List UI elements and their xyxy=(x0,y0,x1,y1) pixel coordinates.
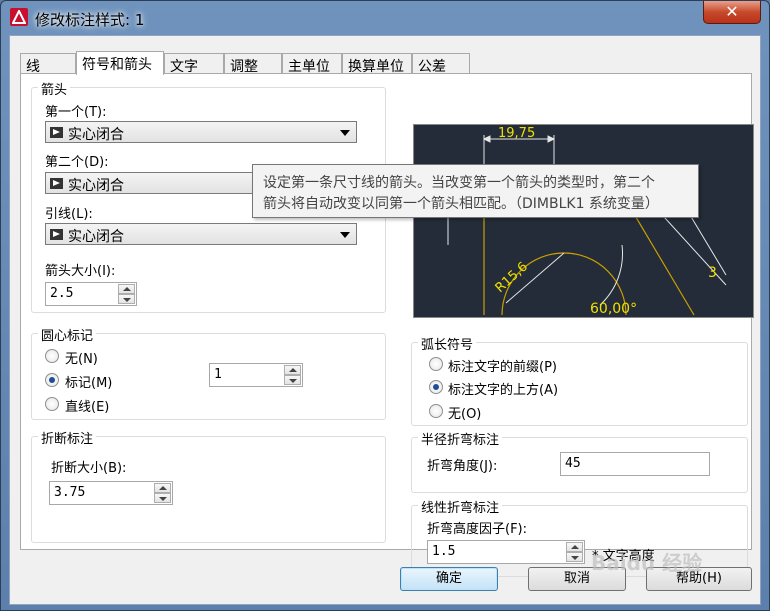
arrowheads-group-title: 箭头 xyxy=(38,79,71,98)
second-arrow-label: 第二个(D): xyxy=(45,155,109,170)
arc-above-label: 标注文字的上方(A) xyxy=(448,383,559,398)
jog-height-factor-value: 1.5 xyxy=(432,544,456,559)
tab-fit[interactable]: 调整 xyxy=(224,53,282,75)
break-size-value: 3.75 xyxy=(54,485,86,500)
leader-arrow-dropdown[interactable]: 实心闭合 xyxy=(45,223,357,245)
arrow-tooltip: 设定第一条尺寸线的箭头。当改变第一个箭头的类型时，第二个 箭头将自动改变以同第一… xyxy=(252,164,699,218)
tooltip-line-2: 箭头将自动改变以同第一个箭头相匹配。（DIMBLK1 系统变量） xyxy=(263,196,659,212)
tab-symbols-arrows[interactable]: 符号和箭头 xyxy=(76,51,164,75)
second-arrow-value: 实心闭合 xyxy=(68,178,124,194)
arc-prefix-radio[interactable] xyxy=(429,357,443,371)
arc-none-radio[interactable] xyxy=(429,404,443,418)
dim-break-group-title: 折断标注 xyxy=(38,428,97,447)
center-mark-radio[interactable] xyxy=(45,373,59,387)
preview-dim-radius: R15,6 xyxy=(493,259,531,296)
center-mark-size-value: 1 xyxy=(214,367,222,382)
arc-length-group-title: 弧长符号 xyxy=(418,334,477,353)
break-size-spinner[interactable]: 3.75 xyxy=(49,481,173,505)
radius-jog-group-title: 半径折弯标注 xyxy=(418,429,503,448)
tab-primary-units[interactable]: 主单位 xyxy=(282,53,342,75)
tab-text[interactable]: 文字 xyxy=(164,53,224,75)
center-none-label: 无(N) xyxy=(65,352,98,367)
spin-down-button[interactable] xyxy=(284,375,301,385)
arc-prefix-label: 标注文字的前缀(P) xyxy=(448,360,557,375)
center-mark-size-spinner[interactable]: 1 xyxy=(209,363,303,387)
preview-pane: 19,75 R15,6 60,00° 3 xyxy=(413,124,754,318)
closed-filled-arrow-icon xyxy=(50,178,63,189)
arrow-size-spinner[interactable]: 2.5 xyxy=(45,282,137,306)
tab-lines[interactable]: 线 xyxy=(20,53,76,75)
first-arrow-dropdown[interactable]: 实心闭合 xyxy=(45,121,357,143)
spin-down-button[interactable] xyxy=(118,294,135,304)
tooltip-line-1: 设定第一条尺寸线的箭头。当改变第一个箭头的类型时，第二个 xyxy=(263,175,655,191)
break-size-label: 折断大小(B): xyxy=(51,461,127,476)
autocad-logo-icon xyxy=(10,8,28,26)
linear-jog-group-title: 线性折弯标注 xyxy=(418,497,503,516)
spin-down-button[interactable] xyxy=(566,552,583,562)
first-arrow-value: 实心闭合 xyxy=(68,127,124,143)
center-line-label: 直线(E) xyxy=(65,400,110,415)
jog-height-factor-spinner[interactable]: 1.5 xyxy=(427,540,585,564)
leader-arrow-label: 引线(L): xyxy=(45,207,93,222)
radius-jog-group: 半径折弯标注 折弯角度(J): 45 xyxy=(411,429,748,493)
jog-angle-input[interactable]: 45 xyxy=(560,452,710,476)
tab-alternate-units[interactable]: 换算单位 xyxy=(342,53,412,75)
window-title: 修改标注样式: 1 xyxy=(35,11,145,29)
preview-dim-angle: 60,00° xyxy=(590,301,637,317)
center-line-radio[interactable] xyxy=(45,397,59,411)
spin-up-button[interactable] xyxy=(118,284,135,294)
closed-filled-arrow-icon xyxy=(50,229,63,240)
center-marks-group: 圆心标记 无(N) 标记(M) 直线(E) 1 xyxy=(31,325,386,420)
jog-height-factor-label: 折弯高度因子(F): xyxy=(427,522,528,537)
ok-button[interactable]: 确定 xyxy=(400,567,498,591)
spin-up-button[interactable] xyxy=(284,365,301,375)
dialog-client: 线 符号和箭头 文字 调整 主单位 换算单位 公差 箭头 第一个(T): 实心闭… xyxy=(9,35,761,605)
center-marks-group-title: 圆心标记 xyxy=(38,325,97,344)
title-bar[interactable]: 修改标注样式: 1 ✕ xyxy=(1,1,769,35)
baidu-watermark: Baidu 经验 xyxy=(591,551,703,575)
preview-dim-side: 3 xyxy=(708,265,717,281)
closed-filled-arrow-icon xyxy=(50,127,63,138)
first-arrow-label: 第一个(T): xyxy=(45,105,107,120)
jog-angle-value: 45 xyxy=(565,456,581,471)
tab-panel: 箭头 第一个(T): 实心闭合 第二个(D): 实心闭合 引线(L): 实心闭合 xyxy=(20,73,754,577)
leader-arrow-value: 实心闭合 xyxy=(68,229,124,245)
chevron-down-icon xyxy=(340,130,350,136)
arrow-size-value: 2.5 xyxy=(50,286,74,301)
center-mark-label: 标记(M) xyxy=(65,376,113,391)
arc-above-radio[interactable] xyxy=(429,380,443,394)
chevron-down-icon xyxy=(340,232,350,238)
dialog-window: 修改标注样式: 1 ✕ 线 符号和箭头 文字 调整 主单位 换算单位 公差 箭头… xyxy=(0,0,770,611)
jog-angle-label: 折弯角度(J): xyxy=(427,459,498,474)
spin-up-button[interactable] xyxy=(566,542,583,552)
preview-dim-top: 19,75 xyxy=(498,126,535,141)
preview-drawing: 19,75 R15,6 60,00° 3 xyxy=(447,126,727,317)
spin-down-button[interactable] xyxy=(154,493,171,503)
arrow-size-label: 箭头大小(I): xyxy=(45,264,116,279)
arc-length-group: 弧长符号 标注文字的前缀(P) 标注文字的上方(A) 无(O) xyxy=(411,334,748,426)
close-button[interactable]: ✕ xyxy=(703,1,761,24)
center-none-radio[interactable] xyxy=(45,349,59,363)
dim-break-group: 折断标注 折断大小(B): 3.75 xyxy=(31,428,386,543)
spin-up-button[interactable] xyxy=(154,483,171,493)
tab-tolerances[interactable]: 公差 xyxy=(412,53,470,75)
arc-none-label: 无(O) xyxy=(448,407,482,422)
